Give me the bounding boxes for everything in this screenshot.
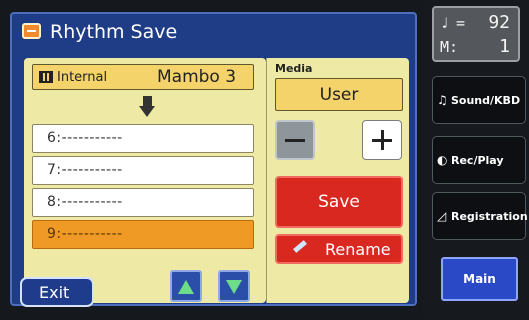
exit-label: Exit	[39, 283, 70, 302]
internal-icon	[39, 71, 53, 83]
media-value: User	[319, 85, 359, 105]
rec-play-button[interactable]: ◐ Rec/Play	[432, 136, 526, 184]
save-slot-list: 6:----------- 7:----------- 8:----------…	[32, 124, 254, 252]
tempo-equals: =	[456, 14, 466, 32]
dialog-title: Rhythm Save	[50, 21, 178, 43]
main-button[interactable]: Main	[441, 257, 518, 301]
plus-button[interactable]	[362, 120, 402, 160]
arrow-down-icon	[139, 96, 156, 118]
dialog-titlebar: Rhythm Save	[12, 14, 415, 50]
registration-label: Registration	[451, 210, 528, 223]
slot-label: 8:-----------	[47, 194, 123, 210]
scroll-down-button[interactable]	[218, 270, 250, 302]
save-button[interactable]: Save	[275, 176, 403, 228]
rhythm-save-dialog: Rhythm Save Internal Mambo 3 6:---------…	[10, 12, 417, 307]
save-label: Save	[318, 192, 360, 212]
source-rhythm-name: Mambo 3	[157, 67, 237, 87]
sound-icon: ♫	[437, 93, 448, 107]
rec-play-icon: ◐	[437, 153, 448, 167]
note-icon: ♩	[440, 14, 450, 32]
rhythm-save-icon	[22, 23, 41, 39]
pencil-icon	[293, 240, 307, 253]
save-slot-6[interactable]: 6:-----------	[32, 124, 254, 153]
slot-label: 7:-----------	[47, 162, 123, 178]
save-slot-7[interactable]: 7:-----------	[32, 156, 254, 185]
main-label: Main	[463, 272, 496, 286]
media-label: Media	[275, 62, 313, 75]
source-rhythm-box: Internal Mambo 3	[32, 64, 254, 90]
minus-button[interactable]	[275, 120, 315, 160]
tempo-measure-display: ♩ = 92 M: 1	[432, 6, 520, 62]
rec-play-label: Rec/Play	[451, 154, 504, 167]
slot-label: 9:-----------	[47, 226, 123, 242]
rename-label: Rename	[325, 240, 391, 259]
minus-icon	[285, 139, 305, 142]
sound-kbd-button[interactable]: ♫ Sound/KBD	[432, 76, 526, 124]
registration-icon: ◿	[437, 209, 447, 223]
scroll-up-button[interactable]	[170, 270, 202, 302]
exit-button[interactable]: Exit	[20, 277, 94, 307]
triangle-up-icon	[178, 280, 194, 294]
source-panel: Internal Mambo 3 6:----------- 7:-------…	[24, 58, 266, 303]
rename-button[interactable]: Rename	[275, 234, 403, 264]
registration-button[interactable]: ◿ Registration	[432, 192, 528, 240]
media-value-box: User	[275, 78, 403, 111]
tempo-value: 92	[488, 12, 510, 33]
measure-value: 1	[499, 36, 510, 57]
slot-label: 6:-----------	[47, 130, 123, 146]
triangle-down-icon	[226, 280, 242, 294]
sound-kbd-label: Sound/KBD	[451, 94, 521, 107]
media-panel: Media User Save Rename	[266, 58, 409, 303]
source-location-label: Internal	[57, 70, 108, 85]
measure-label: M:	[440, 38, 459, 56]
save-slot-8[interactable]: 8:-----------	[32, 188, 254, 217]
save-slot-9[interactable]: 9:-----------	[32, 220, 254, 249]
